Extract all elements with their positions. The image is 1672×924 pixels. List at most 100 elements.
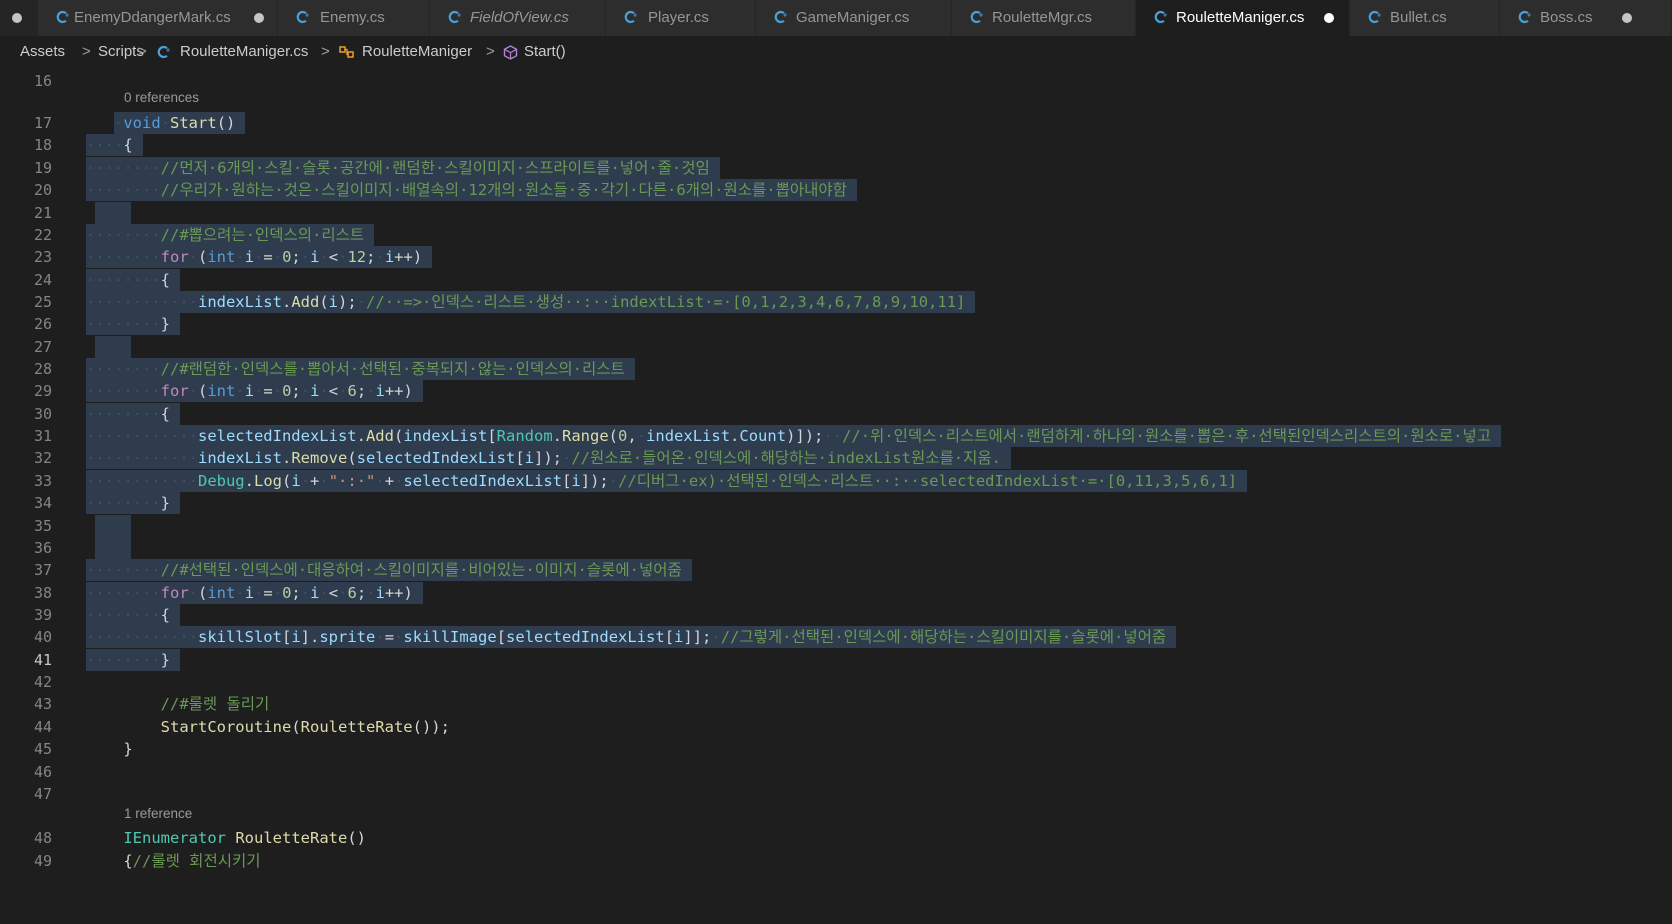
code-text[interactable]: } [86, 738, 143, 760]
code-text[interactable]: ········} [86, 649, 180, 671]
code-text[interactable]: ········//우리가·원하는·것은·스킬이미지·배열속의·12개의·원소들… [86, 179, 857, 201]
code-text[interactable]: ········for·(int·i·=·0;·i·<·12;·i++) [86, 246, 433, 268]
code-token: ········ [86, 651, 161, 669]
code-line[interactable]: 18 ····{ [0, 134, 1672, 158]
code-text[interactable]: ············Debug.Log(i·+·"·:·"·+·select… [86, 470, 1248, 492]
code-line[interactable]: 48 IEnumerator RouletteRate() [0, 827, 1672, 851]
code-text[interactable]: ············selectedIndexList.Add(indexL… [86, 425, 1501, 447]
code-text[interactable]: ········//먼저·6개의·스킬·슬롯·공간에·랜덤한·스킬이미지·스프라… [86, 157, 720, 179]
breadcrumb-assets[interactable]: Assets [20, 36, 65, 68]
tab-bullet-cs[interactable]: # Bullet.cs [1350, 0, 1500, 36]
code-line[interactable]: 34 ········} [0, 492, 1672, 516]
code-text[interactable] [95, 202, 131, 224]
code-text[interactable]: ············indexList.Add(i);·//··=>·인덱스… [86, 291, 976, 313]
code-text[interactable]: ·void·Start() [114, 112, 246, 134]
tab-roulettemaniger-cs[interactable]: # RouletteManiger.cs [1136, 0, 1350, 36]
code-text[interactable]: ····{ [86, 134, 143, 156]
code-line[interactable]: 19 ········//먼저·6개의·스킬·슬롯·공간에·랜덤한·스킬이미지·스… [0, 157, 1672, 181]
code-text[interactable]: ········//#랜덤한·인덱스를·뽑아서·선택된·중복되지·않는·인덱스의… [86, 358, 635, 380]
code-text[interactable]: ········for·(int·i·=·0;·i·<·6;·i++) [86, 380, 423, 402]
breadcrumb-separator: > [486, 43, 495, 60]
code-text[interactable]: ········{ [86, 604, 180, 626]
code-token: · [636, 427, 647, 445]
code-token: 6 [347, 382, 357, 400]
code-text[interactable] [95, 336, 131, 358]
code-line[interactable]: 37 ········//#선택된·인덱스에·대응하여·스킬이미지를·비어있는·이… [0, 559, 1672, 583]
code-line[interactable]: 38 ········for·(int·i·=·0;·i·<·6;·i++) [0, 582, 1672, 606]
code-text[interactable]: IEnumerator RouletteRate() [86, 827, 376, 849]
code-line[interactable]: 44 StartCoroutine(RouletteRate()); [0, 716, 1672, 740]
code-token: ········ [86, 248, 161, 266]
code-text[interactable] [86, 70, 96, 92]
unsaved-dot-icon[interactable] [254, 13, 264, 23]
code-line[interactable]: 33 ············Debug.Log(i·+·"·:·"·+·sele… [0, 470, 1672, 494]
code-text[interactable]: ············indexList.Remove(selectedInd… [86, 447, 1011, 469]
code-text[interactable]: {//룰렛 회전시키기 [86, 850, 271, 872]
tab-enemyddangermark-cs[interactable]: # EnemyDdangerMark.cs [38, 0, 278, 36]
code-line[interactable]: 49 {//룰렛 회전시키기 [0, 850, 1672, 874]
code-line[interactable]: 16 [0, 70, 1672, 94]
code-line[interactable]: 21 [0, 202, 1672, 226]
code-token: ); [338, 293, 357, 311]
code-line[interactable]: 30 ········{ [0, 403, 1672, 427]
tab-gamemaniger-cs[interactable]: # GameManiger.cs [756, 0, 952, 36]
code-text[interactable] [86, 761, 96, 783]
tab-fieldofview-cs[interactable]: # FieldOfView.cs [430, 0, 606, 36]
code-text[interactable]: ········//#선택된·인덱스에·대응하여·스킬이미지를·비어있는·이미지… [86, 559, 692, 581]
code-line[interactable]: 45 } [0, 738, 1672, 762]
code-token: [ [562, 472, 572, 490]
csharp-file-icon: # [624, 10, 637, 24]
tab-roulettemgr-cs[interactable]: # RouletteMgr.cs [952, 0, 1136, 36]
code-text[interactable] [95, 537, 131, 559]
code-line[interactable]: 31 ············selectedIndexList.Add(inde… [0, 425, 1672, 449]
code-line[interactable]: 40 ············skillSlot[i].sprite·=·skil… [0, 626, 1672, 650]
code-line[interactable]: 35 [0, 515, 1672, 539]
code-line[interactable]: 28 ········//#랜덤한·인덱스를·뽑아서·선택된·중복되지·않는·인덱… [0, 358, 1672, 382]
breadcrumb-method[interactable]: Start() [524, 36, 566, 68]
code-line[interactable]: 29 ········for·(int·i·=·0;·i·<·6;·i++) [0, 380, 1672, 404]
code-editor[interactable]: 0 references 1 reference 16 17 ·void·Start()… [0, 68, 1672, 924]
code-line[interactable]: 46 [0, 761, 1672, 785]
code-line[interactable]: 17 ·void·Start() [0, 112, 1672, 136]
code-line[interactable]: 39 ········{ [0, 604, 1672, 628]
code-line[interactable]: 22 ········//#뽑으려는·인덱스의·리스트 [0, 224, 1672, 248]
code-token: 6 [347, 584, 357, 602]
code-line[interactable]: 47 [0, 783, 1672, 807]
code-line[interactable]: 23 ········for·(int·i·=·0;·i·<·12;·i++) [0, 246, 1672, 270]
code-line[interactable]: 42 [0, 671, 1672, 695]
code-text[interactable]: //#룰렛 돌리기 [86, 693, 279, 715]
code-token: · [300, 382, 311, 400]
code-text[interactable]: ········{ [86, 403, 180, 425]
tab-boss-cs[interactable]: # Boss.cs [1500, 0, 1672, 36]
breadcrumb-class[interactable]: RouletteManiger [362, 36, 472, 68]
code-line[interactable]: 41 ········} [0, 649, 1672, 673]
breadcrumb-file[interactable]: RouletteManiger.cs [180, 36, 308, 68]
code-line[interactable]: 20 ········//우리가·원하는·것은·스킬이미지·배열속의·12개의·원… [0, 179, 1672, 203]
code-text[interactable]: StartCoroutine(RouletteRate()); [86, 716, 460, 738]
code-text[interactable]: ········} [86, 492, 180, 514]
code-text[interactable] [95, 515, 131, 537]
code-text[interactable]: ············skillSlot[i].sprite·=·skillI… [86, 626, 1177, 648]
tab-enemy-cs[interactable]: # Enemy.cs [278, 0, 430, 36]
code-line[interactable]: 32 ············indexList.Remove(selectedI… [0, 447, 1672, 471]
code-text[interactable] [86, 671, 96, 693]
overflow-dot-icon[interactable] [12, 13, 22, 23]
code-line[interactable]: 24 ········{ [0, 269, 1672, 293]
code-text[interactable] [86, 783, 96, 805]
code-text[interactable]: ········for·(int·i·=·0;·i·<·6;·i++) [86, 582, 423, 604]
codelens-references[interactable]: 1 reference [124, 804, 192, 824]
code-line[interactable]: 36 [0, 537, 1672, 561]
code-line[interactable]: 26 ········} [0, 313, 1672, 337]
breadcrumb-scripts[interactable]: Scripts [98, 36, 144, 68]
code-line[interactable]: 27 [0, 336, 1672, 360]
code-text[interactable]: ········} [86, 313, 180, 335]
svg-text:#: # [305, 13, 309, 19]
unsaved-dot-icon[interactable] [1324, 13, 1334, 23]
code-text[interactable]: ········{ [86, 269, 180, 291]
code-line[interactable]: 25 ············indexList.Add(i);·//··=>·인… [0, 291, 1672, 315]
tab-player-cs[interactable]: # Player.cs [606, 0, 756, 36]
unsaved-dot-icon[interactable] [1622, 13, 1632, 23]
code-text[interactable]: ········//#뽑으려는·인덱스의·리스트 [86, 224, 375, 246]
code-line[interactable]: 43 //#룰렛 돌리기 [0, 693, 1672, 717]
